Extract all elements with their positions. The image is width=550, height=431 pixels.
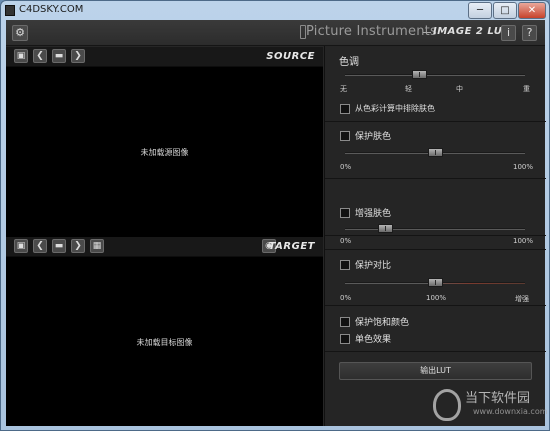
protect-skin-checkbox[interactable]	[340, 131, 350, 141]
close-button[interactable]: ✕	[518, 2, 546, 19]
exclude-skin-checkbox[interactable]	[340, 104, 350, 114]
enhance-skin-section: 增强肤色	[325, 180, 546, 236]
protect-contrast-min: 0%	[340, 294, 352, 302]
prev-icon[interactable]: ❮	[33, 239, 47, 253]
watermark-name: 当下软件园	[465, 391, 531, 406]
source-drop-area[interactable]: 未加载源图像	[6, 67, 323, 237]
target-drop-area[interactable]: 未加载目标图像	[6, 257, 323, 426]
watermark-logo-icon	[433, 389, 461, 421]
folder-icon[interactable]: ▬	[52, 239, 66, 253]
prev-icon[interactable]: ❮	[33, 49, 47, 63]
settings-panel: 色调 无 轻 中 重 从色彩计算中排除肤色 保护肤色 0% 100% 增强肤色 …	[324, 46, 546, 426]
tone-slider-track[interactable]	[345, 74, 525, 76]
target-label: TARGET	[268, 241, 315, 252]
enhance-skin-max: 100%	[513, 237, 534, 245]
maximize-button[interactable]: □	[493, 2, 517, 19]
enhance-skin-label: 增强肤色	[355, 209, 392, 219]
protect-skin-slider-thumb[interactable]	[428, 148, 443, 157]
app-icon	[5, 5, 15, 16]
protect-contrast-label: 保护对比	[355, 261, 392, 271]
info-button[interactable]: i	[501, 25, 516, 41]
watermark-url: www.downxia.com	[473, 407, 548, 416]
title-separator	[423, 32, 431, 33]
protect-skin-max: 100%	[513, 163, 534, 171]
exclude-skin-label: 从色彩计算中排除肤色	[355, 104, 435, 113]
enhance-skin-checkbox[interactable]	[340, 208, 350, 218]
app-client: ⚙ Picture Instruments IMAGE 2 LUT i ? ▣ …	[6, 20, 546, 426]
protect-saturation-label: 保护饱和颜色	[355, 318, 410, 328]
protect-skin-section: 保护肤色 0% 100%	[325, 123, 546, 179]
target-placeholder: 未加载目标图像	[136, 338, 193, 347]
save-icon[interactable]: ▣	[14, 239, 28, 253]
source-label: SOURCE	[266, 51, 315, 62]
brand-name: Picture Instruments	[306, 24, 437, 39]
tone-slider-thumb[interactable]	[411, 70, 427, 79]
tone-tick-light: 轻	[405, 85, 412, 93]
tone-tick-medium: 中	[456, 85, 463, 93]
folder-icon[interactable]: ▬	[52, 49, 66, 63]
grid-icon[interactable]: ▦	[90, 239, 104, 253]
save-icon[interactable]: ▣	[14, 49, 28, 63]
next-icon[interactable]: ❯	[71, 239, 85, 253]
tone-section: 色调 无 轻 中 重 从色彩计算中排除肤色	[325, 46, 546, 122]
protect-skin-min: 0%	[340, 163, 352, 171]
tone-tick-heavy: 重	[523, 85, 530, 93]
enhance-skin-slider-thumb[interactable]	[377, 224, 393, 233]
monochrome-label: 单色效果	[355, 335, 392, 345]
help-button[interactable]: ?	[522, 25, 537, 41]
protect-contrast-mid: 100%	[426, 294, 447, 302]
gear-icon[interactable]: ⚙	[12, 25, 28, 41]
protect-saturation-checkbox[interactable]	[340, 317, 350, 327]
color-options-section: 保护饱和颜色 单色效果	[325, 307, 546, 352]
protect-skin-label: 保护肤色	[355, 132, 392, 142]
protect-contrast-slider-thumb[interactable]	[428, 278, 443, 287]
watermark: 当下软件园 www.downxia.com	[433, 387, 548, 427]
protect-contrast-checkbox[interactable]	[340, 260, 350, 270]
protect-contrast-section: 保护对比 0% 100% 增强	[325, 249, 546, 306]
title-bar: C4DSKY.COM ─ □ ✕	[1, 1, 549, 21]
target-toolbar: ▣ ❮ ▬ ❯ ▦ ◉ TARGET	[6, 237, 323, 257]
tone-tick-none: 无	[340, 85, 347, 93]
enhance-skin-slider-track[interactable]	[345, 228, 525, 230]
app-name: IMAGE 2 LUT	[433, 26, 510, 37]
source-placeholder: 未加载源图像	[140, 148, 189, 157]
minimize-button[interactable]: ─	[468, 2, 492, 19]
app-window: C4DSKY.COM ─ □ ✕ ⚙ Picture Instruments I…	[0, 0, 550, 431]
source-toolbar: ▣ ❮ ▬ ❯ SOURCE	[6, 47, 323, 67]
export-lut-button[interactable]: 输出LUT	[339, 362, 532, 380]
protect-contrast-max: 增强	[515, 295, 529, 303]
monochrome-checkbox[interactable]	[340, 334, 350, 344]
window-title: C4DSKY.COM	[19, 4, 84, 15]
enhance-skin-min: 0%	[340, 237, 352, 245]
tone-title: 色调	[339, 57, 359, 68]
app-header: ⚙ Picture Instruments IMAGE 2 LUT i ?	[6, 20, 545, 46]
next-icon[interactable]: ❯	[71, 49, 85, 63]
